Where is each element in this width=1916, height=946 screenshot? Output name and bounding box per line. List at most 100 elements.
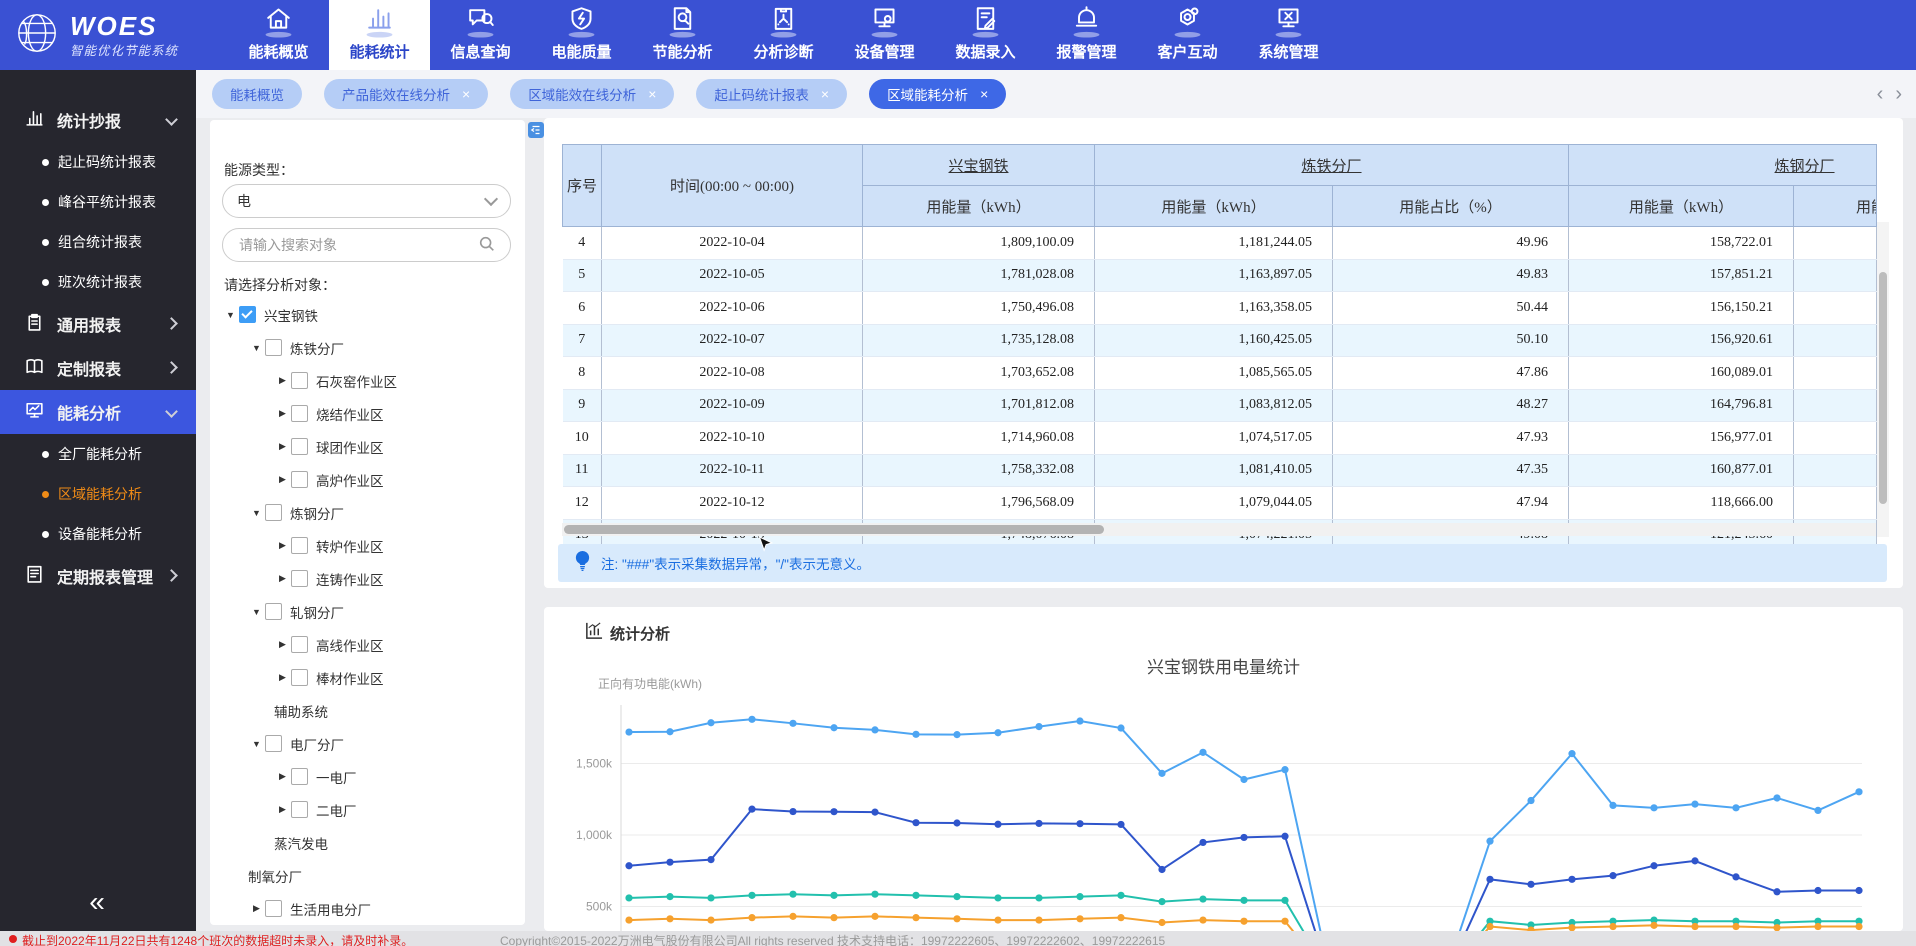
tree-node[interactable]: ▶ 高炉作业区 <box>210 463 525 496</box>
panel-collapse-icon[interactable] <box>528 122 544 143</box>
tree-node-label[interactable]: 转炉作业区 <box>316 536 384 556</box>
tree-checkbox[interactable] <box>291 471 308 488</box>
tree-node-label[interactable]: 高炉作业区 <box>316 470 384 490</box>
table-row[interactable]: 122022-10-121,796,568.091,079,044.0547.9… <box>563 487 1877 520</box>
tree-node-label[interactable]: 轧钢分厂 <box>290 602 344 622</box>
table-row[interactable]: 62022-10-061,750,496.081,163,358.0550.44… <box>563 292 1877 325</box>
nav-item-11[interactable]: 系统管理 <box>1238 0 1339 70</box>
tree-node[interactable]: 蒸汽发电 <box>210 826 525 859</box>
tree-node-label[interactable]: 球团作业区 <box>316 437 384 457</box>
sidebar-section-1[interactable]: 统计抄报 <box>0 98 196 142</box>
tree-node[interactable]: ▶ 二电厂 <box>210 793 525 826</box>
tree-checkbox[interactable] <box>291 537 308 554</box>
tree-checkbox[interactable] <box>265 339 282 356</box>
tab-1[interactable]: 能耗概览 <box>212 79 302 109</box>
tree-expander-right-icon[interactable]: ▶ <box>274 375 291 386</box>
sidebar-section-2[interactable]: 通用报表 <box>0 302 196 346</box>
tree-node[interactable]: 制氧分厂 <box>210 859 525 892</box>
tree-expander-right-icon[interactable]: ▶ <box>274 804 291 815</box>
tree-expander-right-icon[interactable]: ▶ <box>274 408 291 419</box>
tree-node[interactable]: ▶连铸作业区 <box>210 562 525 595</box>
tree-node[interactable]: 辅助系统 <box>210 694 525 727</box>
sidebar-item[interactable]: 全厂能耗分析 <box>0 434 196 474</box>
tree-checkbox[interactable] <box>291 372 308 389</box>
energy-type-select[interactable]: 电 <box>222 184 511 218</box>
nav-item-5[interactable]: 节能分析 <box>632 0 733 70</box>
tree-expander-right-icon[interactable]: ▶ <box>274 771 291 782</box>
tab-close-icon[interactable]: × <box>648 87 656 101</box>
tab-3[interactable]: 区域能效在线分析× <box>510 79 674 109</box>
tree-checkbox[interactable] <box>291 438 308 455</box>
tree-checkbox[interactable] <box>265 735 282 752</box>
table-row[interactable]: 102022-10-101,714,960.081,074,517.0547.9… <box>563 422 1877 455</box>
nav-item-8[interactable]: 数据录入 <box>935 0 1036 70</box>
tree-expander-right-icon[interactable]: ▶ <box>274 540 291 551</box>
tree-node-label[interactable]: 石灰窑作业区 <box>316 371 397 391</box>
tab-2[interactable]: 产品能效在线分析× <box>324 79 488 109</box>
tree-expander-down-icon[interactable]: ▼ <box>248 607 265 617</box>
sidebar-item[interactable]: 峰谷平统计报表 <box>0 182 196 222</box>
tab-4[interactable]: 起止码统计报表× <box>696 79 847 109</box>
tree-node-label[interactable]: 生活用电分厂 <box>290 899 371 919</box>
tree-checkbox[interactable] <box>291 405 308 422</box>
tree-node-label[interactable]: 烧结作业区 <box>316 404 384 424</box>
tab-scroll-left-icon[interactable]: ‹ <box>1877 83 1884 106</box>
tree-node[interactable]: ▼炼铁分厂 <box>210 331 525 364</box>
tree-node-label[interactable]: 炼钢分厂 <box>290 503 344 523</box>
sidebar-item[interactable]: 区域能耗分析 <box>0 474 196 514</box>
table-horizontal-scrollbar[interactable] <box>562 523 1876 536</box>
tab-scroll-right-icon[interactable]: › <box>1895 83 1902 106</box>
table-row[interactable]: 112022-10-111,758,332.081,081,410.0547.3… <box>563 454 1877 487</box>
table-row[interactable]: 52022-10-051,781,028.081,163,897.0549.83… <box>563 259 1877 292</box>
table-row[interactable]: 92022-10-091,701,812.081,083,812.0548.27… <box>563 389 1877 422</box>
tree-node-label[interactable]: 一电厂 <box>316 767 357 787</box>
tree-node[interactable]: ▶ 生活用电分厂 <box>210 892 525 925</box>
tree-checkbox[interactable] <box>291 801 308 818</box>
tree-checkbox[interactable] <box>291 669 308 686</box>
tab-close-icon[interactable]: × <box>980 87 988 101</box>
sidebar-section-3[interactable]: 定制报表 <box>0 346 196 390</box>
sidebar-item[interactable]: 班次统计报表 <box>0 262 196 302</box>
tree-node-label[interactable]: 制氧分厂 <box>248 866 302 886</box>
nav-item-1[interactable]: 能耗概览 <box>228 0 329 70</box>
table-row[interactable]: 72022-10-071,735,128.081,160,425.0550.10… <box>563 324 1877 357</box>
sidebar-section-5[interactable]: 定期报表管理 <box>0 554 196 598</box>
nav-item-10[interactable]: 客户互动 <box>1137 0 1238 70</box>
tree-expander-down-icon[interactable]: ▼ <box>222 310 239 320</box>
tree-expander-right-icon[interactable]: ▶ <box>274 474 291 485</box>
tree-node-label[interactable]: 蒸汽发电 <box>274 833 328 853</box>
tree-expander-right-icon[interactable]: ▶ <box>248 903 265 914</box>
tree-checkbox[interactable] <box>291 636 308 653</box>
tree-checkbox[interactable] <box>291 570 308 587</box>
vscroll-thumb[interactable] <box>1879 272 1887 504</box>
tab-5[interactable]: 区域能耗分析× <box>869 79 1006 109</box>
nav-item-4[interactable]: 电能质量 <box>531 0 632 70</box>
nav-item-6[interactable]: 分析诊断 <box>733 0 834 70</box>
nav-item-3[interactable]: 信息查询 <box>430 0 531 70</box>
sidebar-section-4[interactable]: 能耗分析 <box>0 390 196 434</box>
tab-close-icon[interactable]: × <box>821 87 829 101</box>
tree-node-label[interactable]: 二电厂 <box>316 800 357 820</box>
tree-expander-right-icon[interactable]: ▶ <box>274 639 291 650</box>
tree-node-label[interactable]: 棒材作业区 <box>316 668 384 688</box>
tree-expander-down-icon[interactable]: ▼ <box>248 739 265 749</box>
tree-node[interactable]: ▼ 兴宝钢铁 <box>210 298 525 331</box>
tree-checkbox[interactable] <box>265 603 282 620</box>
object-search-input[interactable] <box>237 236 478 254</box>
hscroll-thumb[interactable] <box>564 525 1104 534</box>
nav-item-7[interactable]: 设备管理 <box>834 0 935 70</box>
search-icon[interactable] <box>478 235 496 256</box>
sidebar-item[interactable]: 起止码统计报表 <box>0 142 196 182</box>
sidebar-item[interactable]: 设备能耗分析 <box>0 514 196 554</box>
tree-node-label[interactable]: 电厂分厂 <box>290 734 344 754</box>
tree-checkbox[interactable] <box>291 768 308 785</box>
tab-close-icon[interactable]: × <box>462 87 470 101</box>
tree-node[interactable]: ▼炼钢分厂 <box>210 496 525 529</box>
sidebar-collapse-button[interactable]: « <box>0 886 196 918</box>
tree-node[interactable]: ▶ 一电厂 <box>210 760 525 793</box>
tree-node[interactable]: ▶ 烧结作业区 <box>210 397 525 430</box>
tree-node-label[interactable]: 兴宝钢铁 <box>264 305 318 325</box>
tree-node-label[interactable]: 高线作业区 <box>316 635 384 655</box>
tree-expander-right-icon[interactable]: ▶ <box>274 441 291 452</box>
tree-node[interactable]: ▼ 轧钢分厂 <box>210 595 525 628</box>
